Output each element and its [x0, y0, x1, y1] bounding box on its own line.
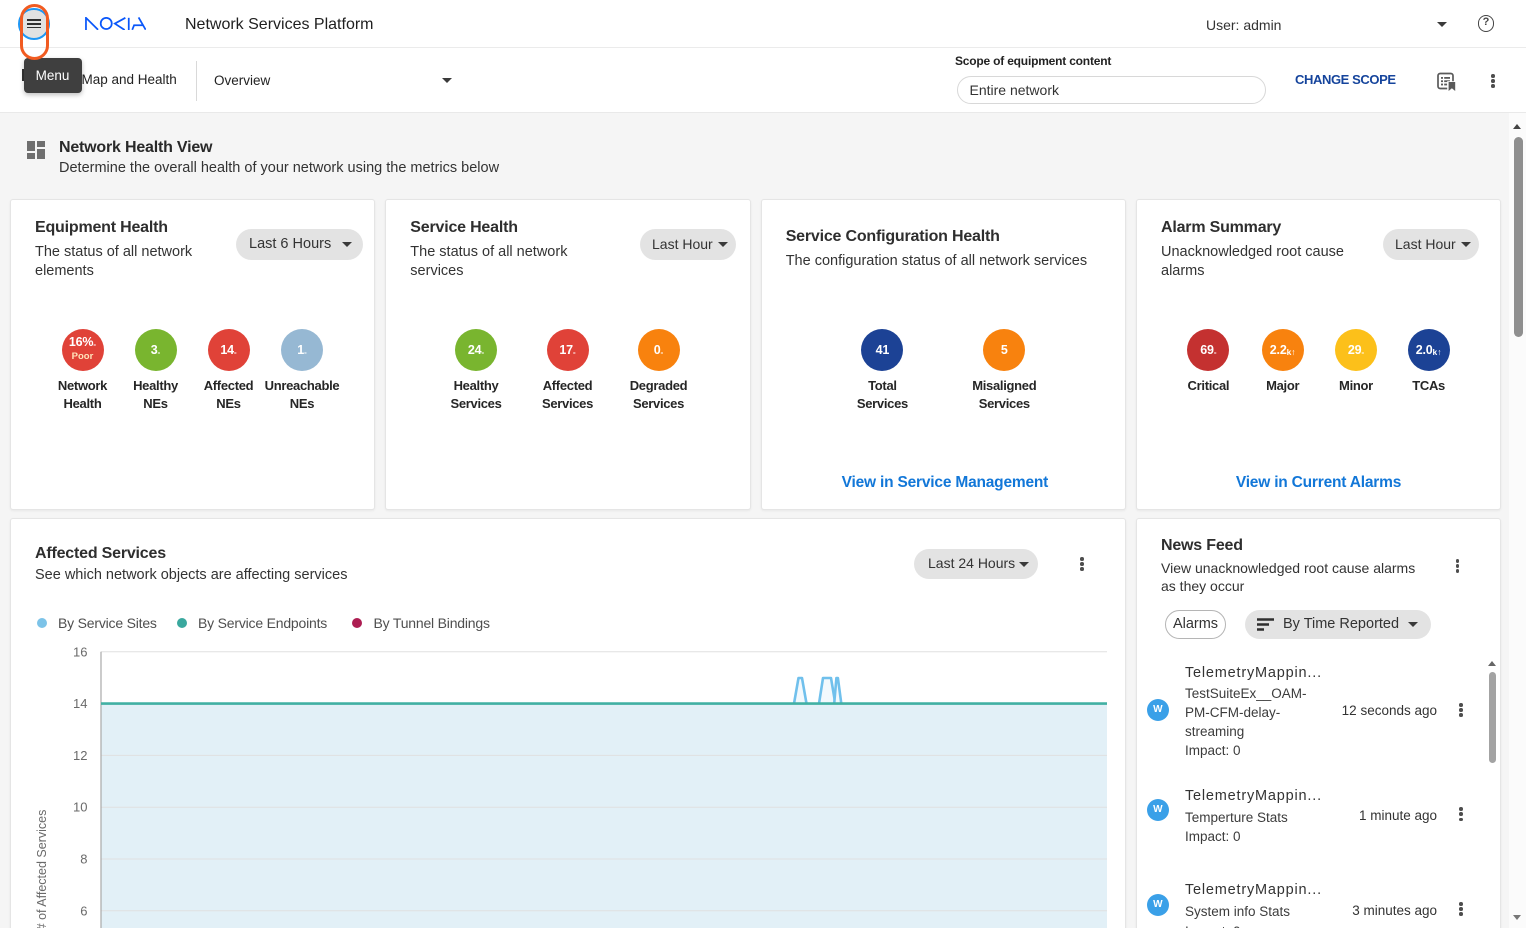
svg-text:12: 12 [73, 748, 87, 763]
svg-text:6: 6 [80, 903, 87, 918]
svg-text:16: 16 [73, 644, 87, 659]
svg-text:# of Affected Services: # of Affected Services [35, 810, 49, 928]
svg-text:10: 10 [73, 800, 87, 815]
svg-text:14: 14 [73, 696, 87, 711]
svg-text:8: 8 [80, 852, 87, 867]
